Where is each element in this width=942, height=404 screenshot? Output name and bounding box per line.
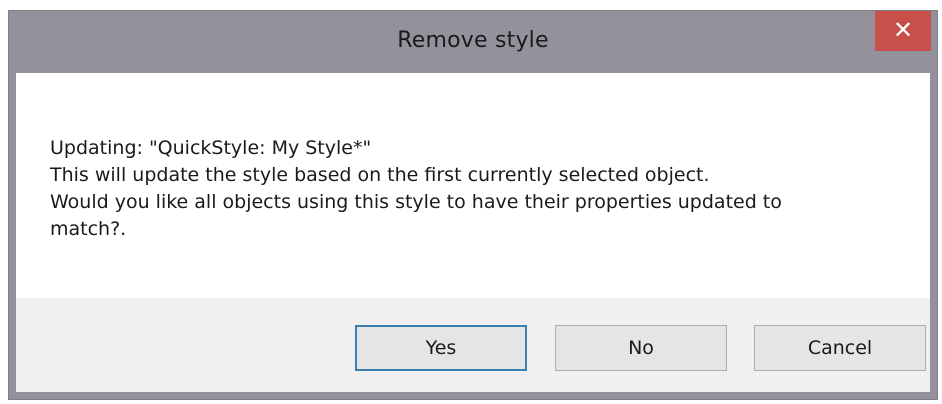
message-line-3: Would you like all objects using this st… xyxy=(50,191,782,213)
dialog-window: Remove style ✕ Updating: "QuickStyle: My… xyxy=(8,10,938,400)
button-bar: Yes No Cancel xyxy=(16,298,930,392)
dialog-title: Remove style xyxy=(397,28,549,53)
message-line-2: This will update the style based on the … xyxy=(50,164,710,186)
close-button[interactable]: ✕ xyxy=(875,11,931,51)
yes-button[interactable]: Yes xyxy=(355,325,527,371)
message-line-1: Updating: "QuickStyle: My Style*" xyxy=(50,137,372,159)
message-area: Updating: "QuickStyle: My Style*" This w… xyxy=(16,73,930,298)
title-bar[interactable]: Remove style ✕ xyxy=(9,11,937,73)
cancel-button[interactable]: Cancel xyxy=(754,325,926,371)
message-line-4: match?. xyxy=(50,218,127,240)
no-button[interactable]: No xyxy=(555,325,727,371)
close-icon: ✕ xyxy=(892,16,914,44)
message-text: Updating: "QuickStyle: My Style*" This w… xyxy=(50,135,920,243)
dialog-client-area: Updating: "QuickStyle: My Style*" This w… xyxy=(16,73,930,392)
